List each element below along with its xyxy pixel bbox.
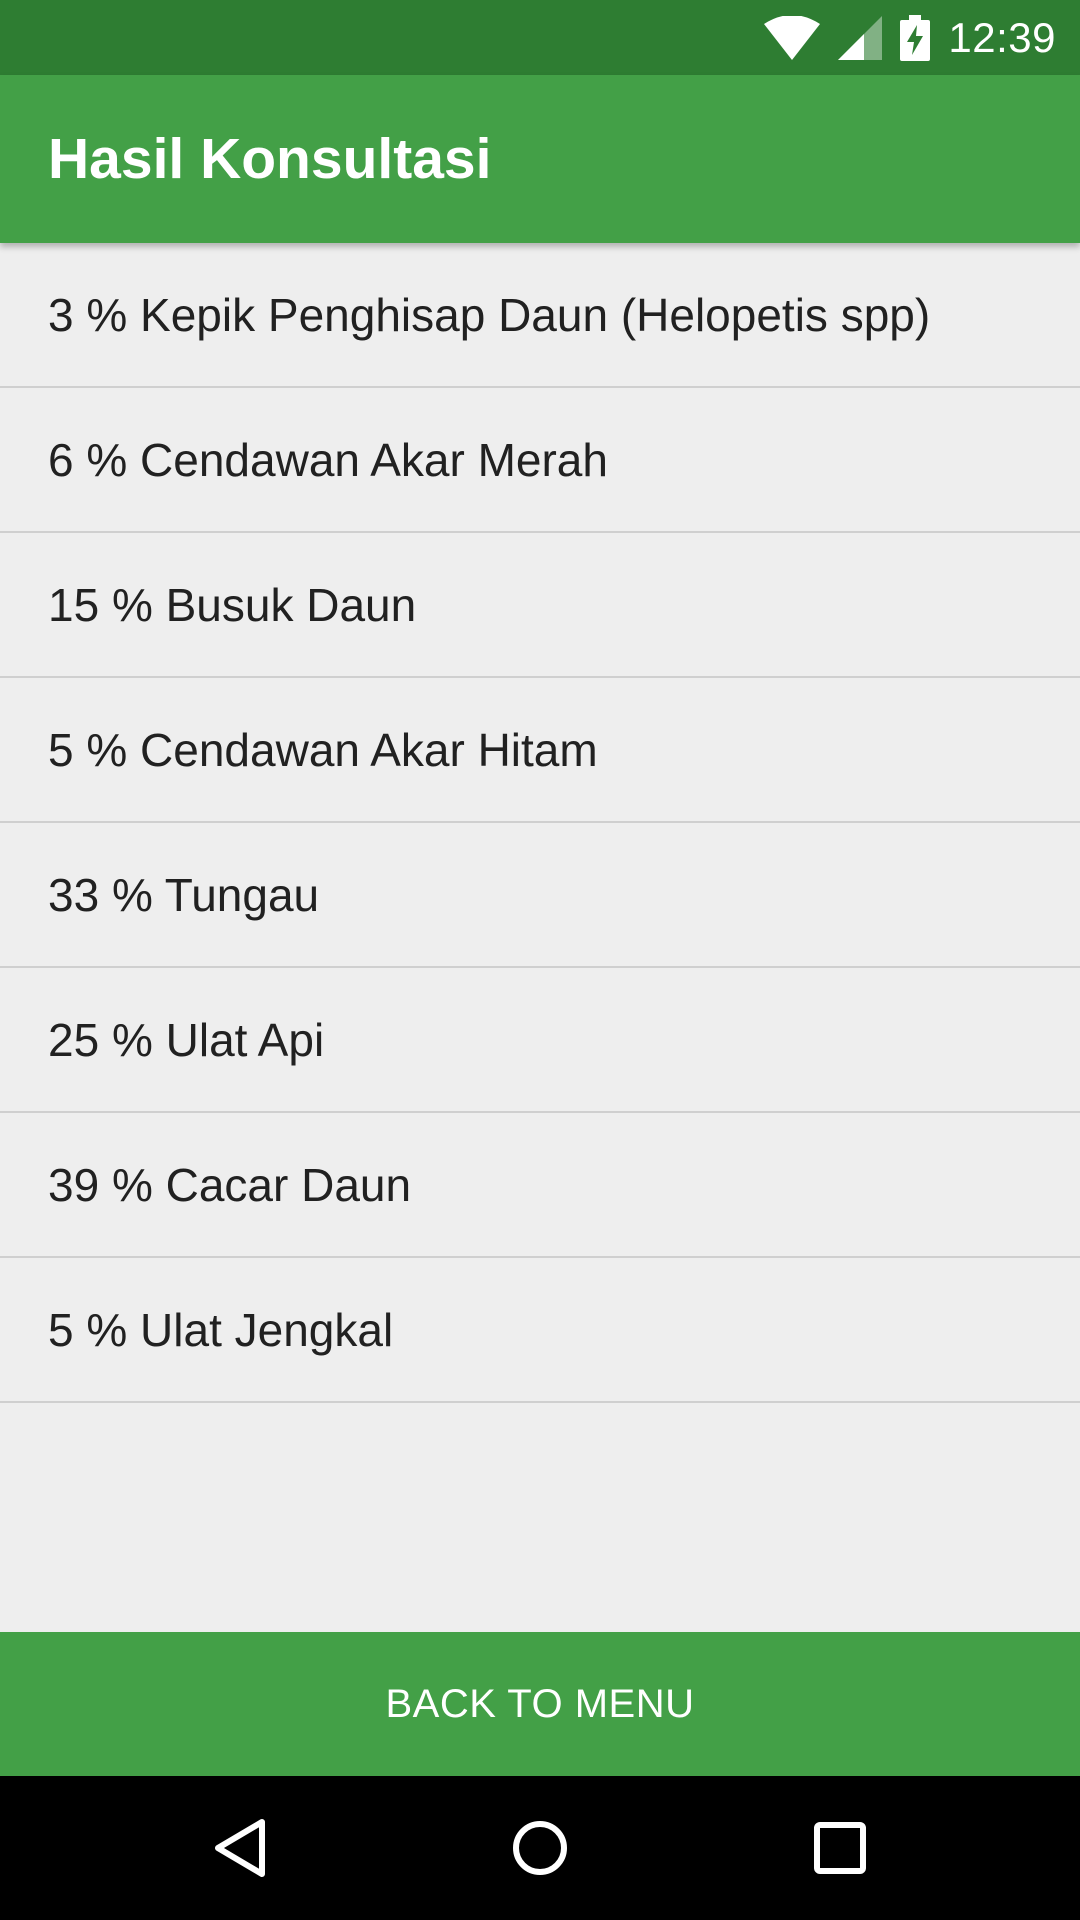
list-item-label: 5 % Ulat Jengkal (48, 1303, 394, 1356)
app-bar: Hasil Konsultasi (0, 75, 1080, 243)
list-item[interactable]: 33 % Tungau (0, 823, 1080, 968)
list-item-label: 33 % Tungau (48, 868, 320, 921)
list-item[interactable]: 15 % Busuk Daun (0, 533, 1080, 678)
back-icon (215, 1819, 265, 1877)
back-to-menu-button[interactable]: BACK TO MENU (0, 1632, 1080, 1776)
list-item-label: 5 % Cendawan Akar Hitam (48, 723, 598, 776)
result-list: 3 % Kepik Penghisap Daun (Helopetis spp)… (0, 243, 1080, 1403)
recents-icon (814, 1822, 866, 1874)
status-icons: 12:39 (764, 0, 1056, 75)
signal-icon (838, 15, 883, 60)
list-item[interactable]: 3 % Kepik Penghisap Daun (Helopetis spp) (0, 243, 1080, 388)
list-item-label: 25 % Ulat Api (48, 1013, 325, 1066)
nav-back-button[interactable] (160, 1776, 320, 1920)
list-item[interactable]: 5 % Ulat Jengkal (0, 1258, 1080, 1403)
battery-charging-icon (900, 14, 931, 61)
list-item-label: 3 % Kepik Penghisap Daun (Helopetis spp) (48, 288, 931, 341)
status-time: 12:39 (948, 13, 1056, 61)
list-item[interactable]: 39 % Cacar Daun (0, 1113, 1080, 1258)
list-item[interactable]: 25 % Ulat Api (0, 968, 1080, 1113)
list-item-label: 6 % Cendawan Akar Merah (48, 433, 608, 486)
page-title: Hasil Konsultasi (48, 127, 492, 191)
list-item-label: 15 % Busuk Daun (48, 578, 417, 631)
status-bar: 12:39 (0, 0, 1080, 75)
list-item[interactable]: 6 % Cendawan Akar Merah (0, 388, 1080, 533)
nav-recents-button[interactable] (760, 1776, 920, 1920)
wifi-icon (764, 15, 821, 60)
list-item-label: 39 % Cacar Daun (48, 1158, 412, 1211)
navigation-bar (0, 1776, 1080, 1920)
nav-home-button[interactable] (460, 1776, 620, 1920)
home-icon (513, 1821, 567, 1875)
list-item[interactable]: 5 % Cendawan Akar Hitam (0, 678, 1080, 823)
screen: 12:39 Hasil Konsultasi 3 % Kepik Penghis… (0, 0, 1080, 1920)
